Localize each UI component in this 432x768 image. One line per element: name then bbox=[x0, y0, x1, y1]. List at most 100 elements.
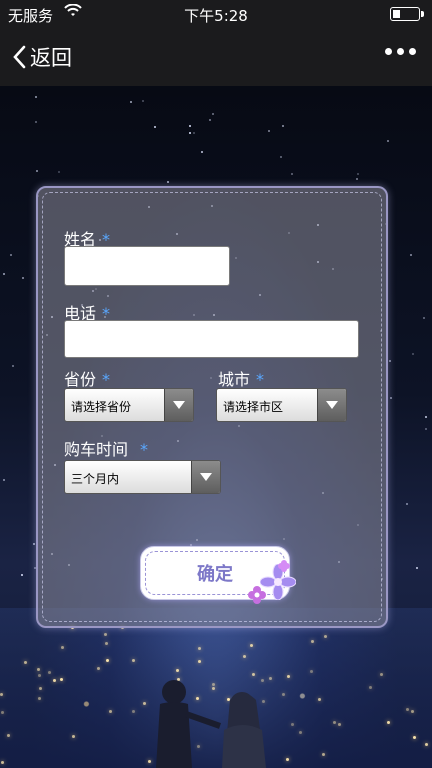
city-light bbox=[198, 660, 201, 663]
city-select[interactable]: 请选择市区 bbox=[216, 388, 347, 422]
flower-icon bbox=[248, 586, 266, 604]
city-label: 城市 * bbox=[218, 366, 264, 390]
star bbox=[189, 125, 191, 127]
form-card: 姓名 * 电话 * 省份 * 请选择省份 城市 * 请选择市区 购车时间 * 三个月内 确… bbox=[36, 186, 388, 628]
city-light bbox=[48, 671, 51, 674]
city-light bbox=[333, 721, 336, 724]
star bbox=[268, 130, 270, 132]
province-select[interactable]: 请选择省份 bbox=[64, 388, 194, 422]
star bbox=[130, 101, 132, 103]
city-light bbox=[38, 674, 41, 677]
city-light bbox=[387, 721, 390, 724]
star bbox=[167, 181, 169, 183]
star bbox=[142, 100, 144, 102]
city-light bbox=[53, 679, 56, 682]
star bbox=[3, 273, 5, 275]
star bbox=[12, 365, 14, 367]
star bbox=[3, 479, 5, 481]
city-light bbox=[380, 673, 383, 676]
city-light bbox=[369, 686, 372, 689]
name-input[interactable] bbox=[64, 246, 230, 286]
city-light bbox=[413, 736, 416, 739]
star bbox=[406, 503, 408, 505]
city-light bbox=[311, 640, 314, 643]
city-light bbox=[24, 661, 27, 664]
city-light bbox=[338, 723, 341, 726]
chevron-down-icon bbox=[317, 389, 346, 421]
star bbox=[387, 140, 389, 142]
city-light bbox=[61, 646, 64, 649]
star bbox=[193, 132, 195, 134]
city-light bbox=[37, 668, 40, 671]
purchase-time-select[interactable]: 三个月内 bbox=[64, 460, 221, 494]
city-light bbox=[1, 761, 4, 764]
couple-silhouette bbox=[156, 680, 266, 768]
star bbox=[291, 173, 293, 175]
city-select-value: 请选择市区 bbox=[223, 400, 284, 414]
star bbox=[423, 317, 425, 319]
star bbox=[36, 170, 38, 172]
city-light bbox=[60, 678, 63, 681]
province-label: 省份 * bbox=[64, 366, 110, 390]
star bbox=[33, 543, 35, 545]
city-light bbox=[72, 735, 75, 738]
star bbox=[35, 96, 37, 98]
chevron-left-icon bbox=[13, 45, 26, 69]
city-light bbox=[243, 655, 246, 658]
city-light bbox=[109, 710, 112, 713]
phone-input[interactable] bbox=[64, 320, 359, 358]
purchase-time-select-value: 三个月内 bbox=[71, 472, 120, 486]
star bbox=[389, 360, 391, 362]
city-light bbox=[0, 693, 3, 696]
star bbox=[201, 151, 203, 153]
city-light bbox=[425, 743, 428, 746]
star bbox=[189, 132, 191, 134]
star bbox=[209, 119, 211, 121]
star bbox=[410, 254, 412, 256]
chevron-down-icon bbox=[164, 389, 193, 421]
city-light bbox=[143, 702, 146, 705]
star bbox=[425, 428, 427, 430]
city-light bbox=[250, 644, 253, 647]
city-light bbox=[132, 659, 135, 662]
flower-icon bbox=[278, 560, 290, 572]
star bbox=[416, 567, 418, 569]
province-select-value: 请选择省份 bbox=[71, 400, 132, 414]
star bbox=[356, 178, 358, 180]
city-light bbox=[39, 687, 42, 690]
purchase-time-label-text: 购车时间 bbox=[64, 440, 129, 459]
city-light bbox=[1, 711, 4, 714]
star bbox=[280, 156, 282, 158]
required-mark: * bbox=[140, 440, 149, 459]
city-light bbox=[106, 659, 109, 662]
city-light bbox=[104, 633, 107, 636]
star bbox=[212, 113, 214, 115]
clock: 下午5:28 bbox=[184, 7, 248, 25]
back-button[interactable]: 返回 bbox=[12, 42, 72, 72]
battery-icon bbox=[390, 7, 424, 21]
city-light bbox=[97, 667, 100, 670]
city-light bbox=[105, 642, 108, 645]
city-light bbox=[7, 734, 10, 737]
city-light bbox=[411, 710, 414, 713]
star bbox=[390, 397, 392, 399]
star bbox=[58, 171, 60, 173]
city-light bbox=[38, 697, 41, 700]
city-light bbox=[406, 708, 409, 711]
province-label-text: 省份 bbox=[64, 370, 97, 389]
star bbox=[21, 574, 23, 576]
chevron-down-icon bbox=[191, 461, 220, 493]
star bbox=[10, 254, 12, 256]
city-light bbox=[198, 647, 201, 650]
nav-bar: 返回 bbox=[0, 28, 432, 86]
star bbox=[425, 416, 427, 418]
back-label: 返回 bbox=[30, 46, 72, 70]
star bbox=[412, 353, 414, 355]
status-bar: 无服务 下午5:28 bbox=[0, 0, 432, 28]
star bbox=[35, 121, 37, 123]
more-icon[interactable] bbox=[385, 48, 416, 55]
required-mark: * bbox=[256, 370, 265, 389]
required-mark: * bbox=[102, 370, 111, 389]
city-light bbox=[318, 698, 321, 701]
city-light bbox=[310, 670, 313, 673]
